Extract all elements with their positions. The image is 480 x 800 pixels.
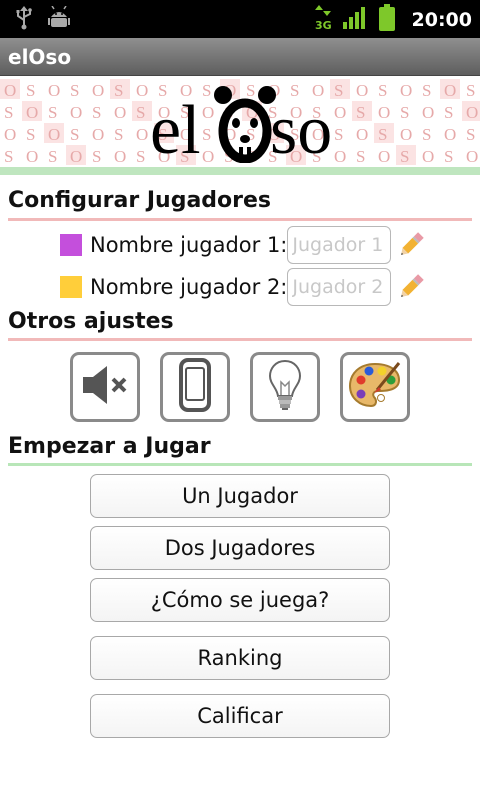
android-debug-icon <box>48 5 70 34</box>
how-to-play-button[interactable]: ¿Cómo se juega? <box>90 578 390 622</box>
lightbulb-icon <box>267 358 303 416</box>
pattern-letter: S <box>4 147 13 166</box>
pattern-letter: O <box>422 147 434 166</box>
player-2-name-input[interactable] <box>287 268 392 306</box>
pattern-letter: O <box>136 125 148 144</box>
pattern-letter: O <box>26 103 38 122</box>
pencil-icon[interactable] <box>397 231 425 259</box>
svg-text:3G: 3G <box>315 19 332 31</box>
single-player-button[interactable]: Un Jugador <box>90 474 390 518</box>
pencil-icon[interactable] <box>397 273 425 301</box>
player-1-name-input[interactable] <box>287 226 392 264</box>
device-icon <box>178 358 212 416</box>
usb-icon <box>14 6 34 34</box>
pattern-letter: S <box>422 81 431 100</box>
vibration-toggle-button[interactable] <box>160 352 230 422</box>
pattern-letter: O <box>4 125 16 144</box>
pattern-letter: S <box>400 103 409 122</box>
pattern-letter: O <box>92 81 104 100</box>
play-section-title: Empezar a Jugar <box>8 434 211 459</box>
two-players-button[interactable]: Dos Jugadores <box>90 526 390 570</box>
pattern-letter: O <box>136 81 148 100</box>
pattern-letter: O <box>114 147 126 166</box>
logo-el: el <box>150 92 201 163</box>
pattern-letter: S <box>26 125 35 144</box>
pattern-letter: O <box>378 147 390 166</box>
pattern-letter: O <box>48 81 60 100</box>
pattern-letter: S <box>400 147 409 166</box>
theme-button[interactable] <box>340 352 410 422</box>
player-1-label: Nombre jugador 1: <box>90 233 288 257</box>
hints-toggle-button[interactable] <box>250 352 320 422</box>
pattern-letter: S <box>70 81 79 100</box>
players-section-divider <box>8 218 472 221</box>
banner-divider <box>0 167 480 175</box>
title-bar: elOso <box>0 38 480 76</box>
pattern-letter: O <box>356 125 368 144</box>
pattern-letter: S <box>466 81 475 100</box>
banner: OSOSOSOSOSOSOSOSOSOSOSSOSOSOSOSOSOSOSOSO… <box>0 77 480 167</box>
pattern-letter: S <box>48 103 57 122</box>
signal-icon <box>342 6 368 34</box>
pattern-letter: S <box>422 125 431 144</box>
pattern-letter: O <box>400 125 412 144</box>
player-1-color-swatch[interactable] <box>60 234 82 256</box>
pattern-letter: S <box>356 147 365 166</box>
ranking-button[interactable]: Ranking <box>90 636 390 680</box>
pattern-letter: S <box>48 147 57 166</box>
pattern-letter: S <box>114 81 123 100</box>
player-2-color-swatch[interactable] <box>60 276 82 298</box>
pattern-letter: S <box>136 103 145 122</box>
pattern-letter: O <box>466 103 478 122</box>
pattern-letter: O <box>48 125 60 144</box>
pattern-letter: S <box>378 81 387 100</box>
pattern-letter: O <box>70 103 82 122</box>
settings-section-title: Otros ajustes <box>8 309 174 334</box>
pattern-letter: S <box>26 81 35 100</box>
pattern-letter: S <box>92 103 101 122</box>
logo: el so <box>150 83 350 167</box>
players-section-title: Configurar Jugadores <box>8 188 272 213</box>
pattern-letter: S <box>356 103 365 122</box>
pattern-letter: O <box>400 81 412 100</box>
player-1-row: Nombre jugador 1: <box>60 226 425 264</box>
bear-o-icon <box>214 86 276 164</box>
pattern-letter: O <box>422 103 434 122</box>
status-bar: 3G 20:00 <box>0 0 480 38</box>
data-3g-icon: 3G <box>314 5 332 35</box>
settings-section-divider <box>8 338 472 341</box>
pattern-letter: O <box>466 147 478 166</box>
pattern-letter: O <box>4 81 16 100</box>
pattern-letter: O <box>70 147 82 166</box>
pattern-letter: S <box>444 103 453 122</box>
pattern-letter: S <box>466 125 475 144</box>
pattern-letter: S <box>378 125 387 144</box>
rate-button[interactable]: Calificar <box>90 694 390 738</box>
battery-icon <box>378 4 396 36</box>
pattern-letter: S <box>4 103 13 122</box>
pattern-letter: S <box>444 147 453 166</box>
clock: 20:00 <box>411 9 472 31</box>
sound-muted-icon <box>79 363 131 411</box>
pattern-letter: O <box>92 125 104 144</box>
player-2-row: Nombre jugador 2: <box>60 268 425 306</box>
pattern-letter: S <box>70 125 79 144</box>
pattern-letter: S <box>114 125 123 144</box>
pattern-letter: O <box>378 103 390 122</box>
sound-toggle-button[interactable] <box>70 352 140 422</box>
pattern-letter: O <box>114 103 126 122</box>
pattern-letter: O <box>356 81 368 100</box>
pattern-letter: S <box>136 147 145 166</box>
logo-so: so <box>270 92 332 163</box>
play-section-divider <box>8 463 472 466</box>
pattern-letter: O <box>444 125 456 144</box>
pattern-letter: O <box>444 81 456 100</box>
pattern-letter: S <box>92 147 101 166</box>
player-2-label: Nombre jugador 2: <box>90 275 288 299</box>
app-title: elOso <box>8 45 72 69</box>
palette-icon <box>347 360 403 414</box>
pattern-letter: O <box>26 147 38 166</box>
